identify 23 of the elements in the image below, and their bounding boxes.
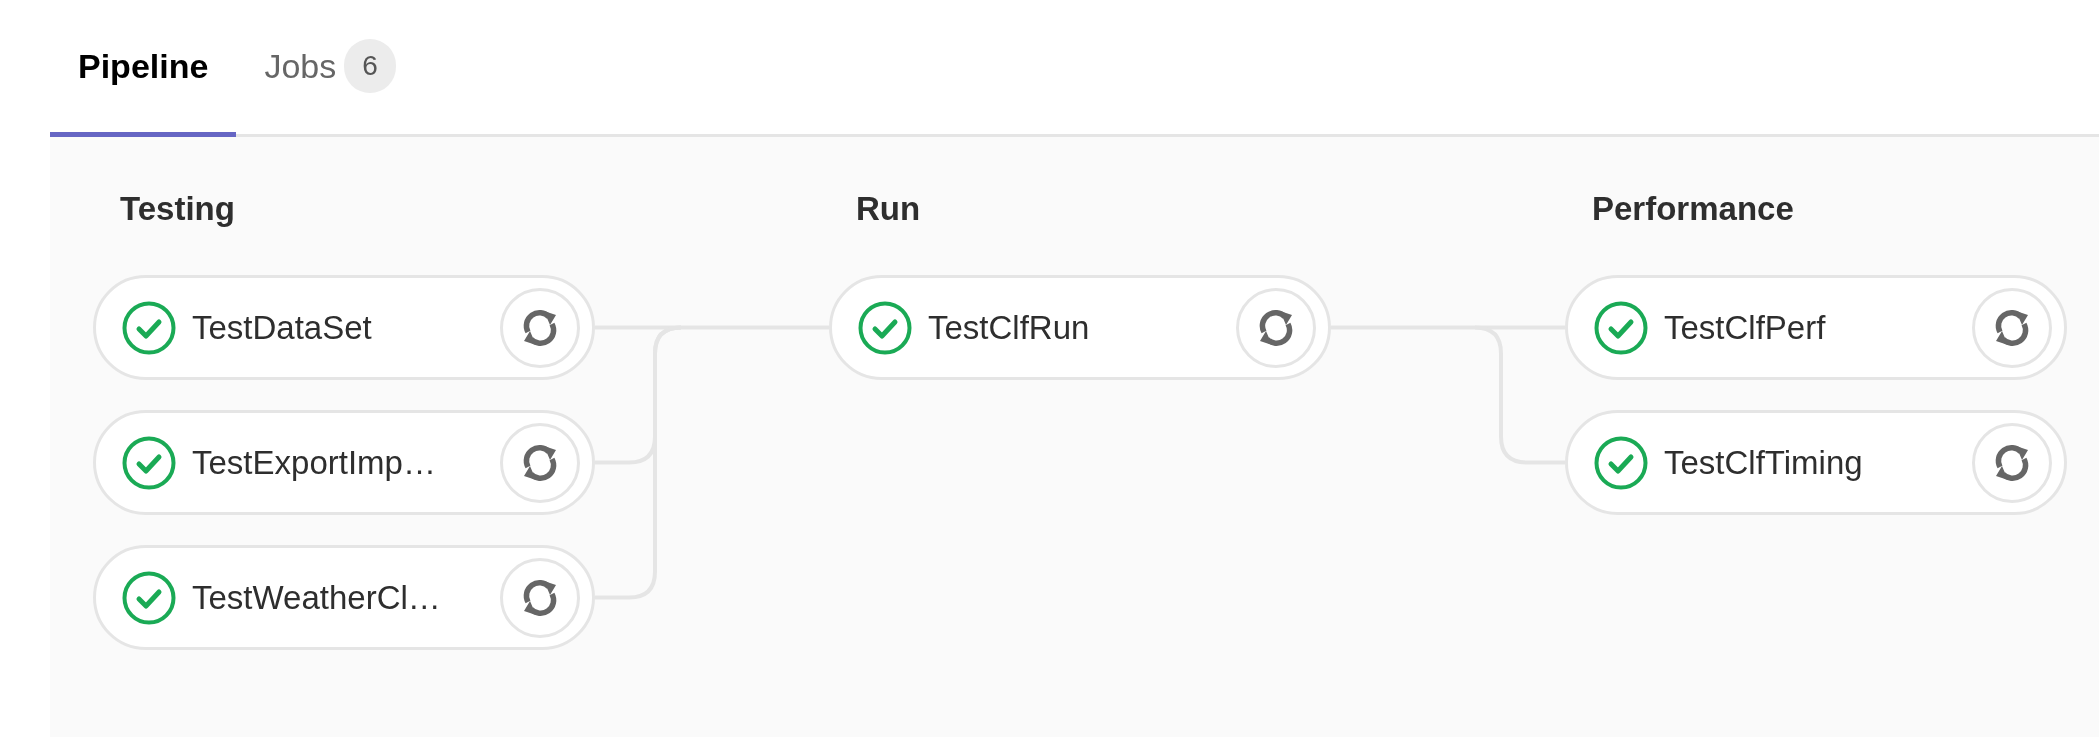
job-node[interactable]: TestDataSet bbox=[93, 275, 595, 380]
retry-button[interactable] bbox=[1972, 287, 2052, 368]
job-node[interactable]: TestClfPerf bbox=[1565, 275, 2067, 380]
job-name[interactable]: TestClfPerf bbox=[1664, 302, 1972, 353]
count-badge: 6 bbox=[344, 39, 396, 93]
retry-button[interactable] bbox=[500, 422, 580, 503]
retry-button[interactable] bbox=[500, 557, 580, 638]
job-name[interactable]: TestDataSet bbox=[192, 302, 500, 353]
job-name[interactable]: TestWeatherCl… bbox=[192, 572, 500, 623]
stage-title: Performance bbox=[1592, 189, 1794, 229]
job-name[interactable]: TestClfTiming bbox=[1664, 437, 1972, 488]
job-node[interactable]: TestWeatherCl… bbox=[93, 545, 595, 650]
stage-title: Run bbox=[856, 189, 921, 229]
stage-title: Testing bbox=[120, 189, 235, 229]
job-node[interactable]: TestExportImp… bbox=[93, 410, 595, 515]
job-name[interactable]: TestExportImp… bbox=[192, 437, 500, 488]
retry-button[interactable] bbox=[1236, 287, 1316, 368]
job-node[interactable]: TestClfRun bbox=[829, 275, 1331, 380]
job-name[interactable]: TestClfRun bbox=[928, 302, 1236, 353]
job-node[interactable]: TestClfTiming bbox=[1565, 410, 2067, 515]
retry-button[interactable] bbox=[1972, 422, 2052, 503]
tab[interactable]: Jobs 6 bbox=[236, 0, 424, 137]
retry-button[interactable] bbox=[500, 287, 580, 368]
